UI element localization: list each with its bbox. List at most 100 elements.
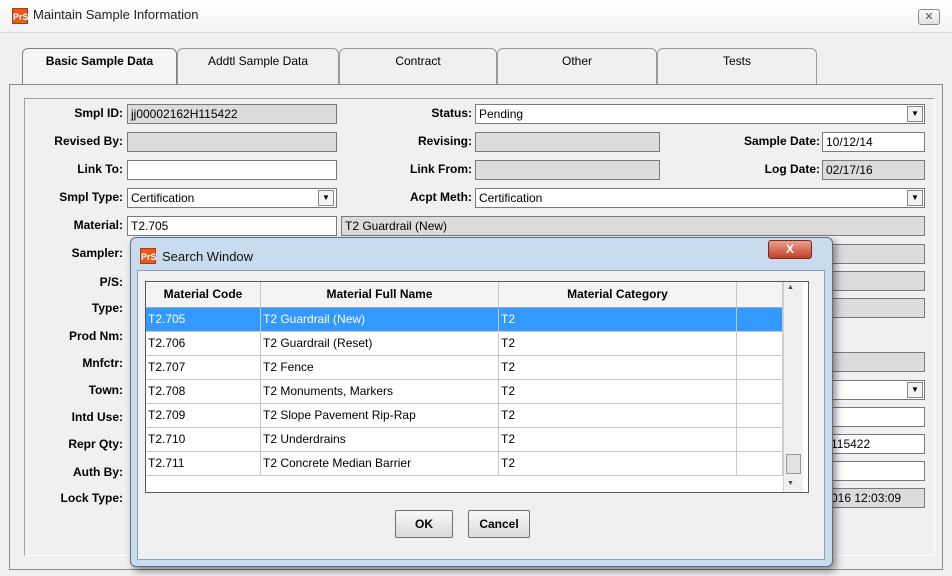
acpt-meth-select[interactable]: Certification <box>475 188 925 208</box>
sampler-label: Sampler: <box>71 246 123 260</box>
cell-filler[interactable] <box>737 356 783 380</box>
table-row[interactable]: T2.705 T2 Guardrail (New) T2 <box>146 308 783 332</box>
town-label: Town: <box>88 383 123 397</box>
tab-addtl-sample-data[interactable]: Addtl Sample Data <box>177 48 339 84</box>
cell-material-code[interactable]: T2.711 <box>146 452 261 476</box>
chevron-down-icon[interactable]: ▼ <box>318 190 334 206</box>
cell-material-code[interactable]: T2.708 <box>146 380 261 404</box>
cell-material-name[interactable]: T2 Fence <box>261 356 499 380</box>
cell-material-name[interactable]: T2 Concrete Median Barrier <box>261 452 499 476</box>
column-header-filler <box>737 282 783 308</box>
repr-qty-field[interactable]: 115422 <box>827 434 925 454</box>
scroll-up-arrow-icon[interactable]: ▲ <box>787 284 794 291</box>
cell-material-name[interactable]: T2 Slope Pavement Rip-Rap <box>261 404 499 428</box>
close-button[interactable]: ✕ <box>918 9 940 25</box>
intd-use-label: Intd Use: <box>71 410 123 424</box>
cell-material-name[interactable]: T2 Monuments, Markers <box>261 380 499 404</box>
cell-material-code[interactable]: T2.706 <box>146 332 261 356</box>
cell-material-name[interactable]: T2 Guardrail (New) <box>261 308 499 332</box>
cell-filler[interactable] <box>737 404 783 428</box>
dialog-title: Search Window <box>162 249 254 264</box>
link-from-label: Link From: <box>410 162 472 176</box>
window-title: Maintain Sample Information <box>33 7 199 22</box>
cancel-button[interactable]: Cancel <box>468 510 530 538</box>
column-header-material-full-name[interactable]: Material Full Name <box>261 282 499 308</box>
column-header-material-code[interactable]: Material Code <box>146 282 261 308</box>
table-row[interactable]: T2.710 T2 Underdrains T2 <box>146 428 783 452</box>
scroll-down-arrow-icon[interactable]: ▼ <box>787 480 794 487</box>
material-field[interactable]: T2.705 <box>127 216 337 236</box>
repr-qty-label: Repr Qty: <box>68 437 123 451</box>
auth-by-label: Auth By: <box>73 465 123 479</box>
tab-tests[interactable]: Tests <box>657 48 817 84</box>
title-bar: PrS Maintain Sample Information ✕ <box>0 0 952 33</box>
sample-date-field[interactable]: 10/12/14 <box>822 132 925 152</box>
log-date-label: Log Date: <box>764 162 820 176</box>
status-label: Status: <box>431 106 472 120</box>
auth-by-field[interactable] <box>827 461 925 481</box>
tab-contract[interactable]: Contract <box>339 48 497 84</box>
cell-filler[interactable] <box>737 452 783 476</box>
cell-material-category[interactable]: T2 <box>499 356 737 380</box>
vertical-scrollbar[interactable]: ▲ ▼ <box>783 282 803 492</box>
link-to-label: Link To: <box>77 162 123 176</box>
tab-other[interactable]: Other <box>497 48 657 84</box>
smpl-id-label: Smpl ID: <box>74 106 123 120</box>
cell-material-code[interactable]: T2.710 <box>146 428 261 452</box>
material-results-grid: Material Code Material Full Name Materia… <box>145 281 809 493</box>
cell-material-category[interactable]: T2 <box>499 428 737 452</box>
cell-material-code[interactable]: T2.705 <box>146 308 261 332</box>
mnfctr-field <box>827 352 925 372</box>
cell-material-category[interactable]: T2 <box>499 332 737 356</box>
intd-use-field[interactable] <box>827 407 925 427</box>
acpt-meth-label: Acpt Meth: <box>410 190 472 204</box>
cell-material-name[interactable]: T2 Underdrains <box>261 428 499 452</box>
log-date-field: 02/17/16 <box>822 160 925 180</box>
revised-by-label: Revised By: <box>54 134 123 148</box>
status-select[interactable]: Pending <box>475 104 925 124</box>
mnfctr-label: Mnfctr: <box>82 356 123 370</box>
app-icon: PrS <box>12 8 29 24</box>
revising-label: Revising: <box>417 134 472 148</box>
cell-filler[interactable] <box>737 308 783 332</box>
ps-field <box>827 271 925 291</box>
sample-date-label: Sample Date: <box>743 134 820 148</box>
type-field <box>827 298 925 318</box>
cell-filler[interactable] <box>737 332 783 356</box>
dialog-close-button[interactable]: X <box>768 240 812 259</box>
cell-material-category[interactable]: T2 <box>499 380 737 404</box>
lock-type-label: Lock Type: <box>60 491 123 505</box>
cell-filler[interactable] <box>737 380 783 404</box>
ok-button[interactable]: OK <box>395 510 453 538</box>
table-row[interactable]: T2.707 T2 Fence T2 <box>146 356 783 380</box>
chevron-down-icon[interactable]: ▼ <box>907 190 923 206</box>
table-row[interactable]: T2.711 T2 Concrete Median Barrier T2 <box>146 452 783 476</box>
prod-nm-label: Prod Nm: <box>69 329 123 343</box>
type-label: Type: <box>91 301 123 315</box>
material-description: T2 Guardrail (New) <box>341 216 925 236</box>
app-icon: PrS <box>140 248 157 264</box>
ps-label: P/S: <box>99 275 123 289</box>
cell-material-category[interactable]: T2 <box>499 452 737 476</box>
cell-filler[interactable] <box>737 428 783 452</box>
sampler-name-field <box>827 244 925 264</box>
table-row[interactable]: T2.709 T2 Slope Pavement Rip-Rap T2 <box>146 404 783 428</box>
table-row[interactable]: T2.708 T2 Monuments, Markers T2 <box>146 380 783 404</box>
cell-material-category[interactable]: T2 <box>499 404 737 428</box>
lock-timestamp-field: 016 12:03:09 <box>827 488 925 508</box>
scrollbar-thumb[interactable] <box>786 454 801 474</box>
revising-field <box>475 132 660 152</box>
table-row[interactable]: T2.706 T2 Guardrail (Reset) T2 <box>146 332 783 356</box>
link-to-field[interactable] <box>127 160 337 180</box>
smpl-type-select[interactable]: Certification <box>127 188 337 208</box>
cell-material-code[interactable]: T2.709 <box>146 404 261 428</box>
chevron-down-icon[interactable]: ▼ <box>907 106 923 122</box>
smpl-type-label: Smpl Type: <box>59 190 123 204</box>
link-from-field <box>475 160 660 180</box>
column-header-material-category[interactable]: Material Category <box>499 282 737 308</box>
cell-material-code[interactable]: T2.707 <box>146 356 261 380</box>
tab-basic-sample-data[interactable]: Basic Sample Data <box>22 48 177 84</box>
chevron-down-icon[interactable]: ▼ <box>907 382 923 398</box>
cell-material-name[interactable]: T2 Guardrail (Reset) <box>261 332 499 356</box>
cell-material-category[interactable]: T2 <box>499 308 737 332</box>
